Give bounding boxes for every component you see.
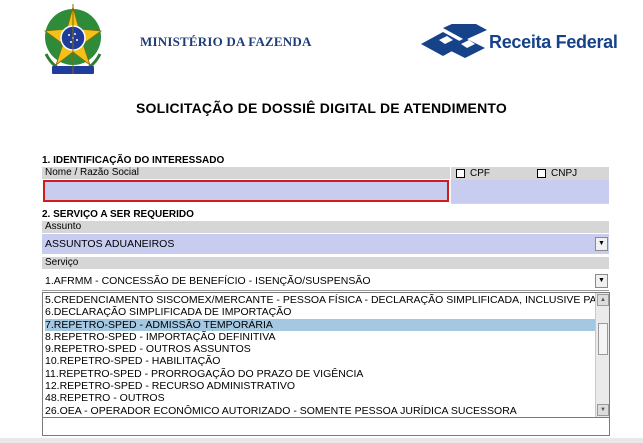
- cnpj-label: CNPJ: [551, 168, 578, 179]
- dropdown-option[interactable]: 6.DECLARAÇÃO SIMPLIFICADA DE IMPORTAÇÃO: [45, 306, 597, 318]
- assunto-field-label: Assunto: [42, 221, 609, 233]
- dropdown-option[interactable]: 5.CREDENCIAMENTO SISCOMEX/MERCANTE - PES…: [45, 294, 597, 306]
- chevron-down-icon[interactable]: ▼: [595, 237, 608, 251]
- scroll-down-icon[interactable]: ▼: [597, 404, 609, 416]
- scroll-up-icon[interactable]: ▲: [597, 294, 609, 306]
- section-service-label: 2. SERVIÇO A SER REQUERIDO: [42, 209, 194, 220]
- dropdown-option[interactable]: 48.REPETRO - OUTROS: [45, 392, 597, 404]
- name-input[interactable]: [43, 180, 449, 202]
- agency-name: Receita Federal: [489, 32, 618, 52]
- servico-dropdown-list[interactable]: 5.CREDENCIAMENTO SISCOMEX/MERCANTE - PES…: [42, 292, 610, 418]
- section-identification-label: 1. IDENTIFICAÇÃO DO INTERESSADO: [42, 155, 225, 166]
- receita-federal-logo-icon: [421, 18, 487, 64]
- assunto-value: ASSUNTOS ADUANEIROS: [45, 238, 175, 250]
- dropdown-option[interactable]: 12.REPETRO-SPED - RECURSO ADMINISTRATIVO: [45, 380, 597, 392]
- scrollbar-thumb[interactable]: [598, 323, 608, 355]
- dropdown-scrollbar[interactable]: ▲ ▼: [595, 293, 609, 417]
- dropdown-option-selected[interactable]: 7.REPETRO-SPED - ADMISSÃO TEMPORÁRIA: [45, 319, 597, 331]
- dropdown-option[interactable]: 26.OEA - OPERADOR ECONÔMICO AUTORIZADO -…: [45, 405, 597, 417]
- dropdown-option[interactable]: 8.REPETRO-SPED - IMPORTAÇÃO DEFINITIVA: [45, 331, 597, 343]
- page-title: SOLICITAÇÃO DE DOSSIÊ DIGITAL DE ATENDIM…: [135, 100, 507, 116]
- servico-field-label: Serviço: [42, 257, 609, 269]
- brasao-emblem-icon: [40, 4, 106, 80]
- cnpj-checkbox[interactable]: [537, 169, 546, 178]
- ministry-name: MINISTÉRIO DA FAZENDA: [140, 34, 312, 49]
- cpf-label: CPF: [470, 168, 490, 179]
- name-field-label: Nome / Razão Social: [42, 167, 450, 179]
- assunto-select[interactable]: ASSUNTOS ADUANEIROS ▼: [42, 234, 609, 254]
- dropdown-option[interactable]: 10.REPETRO-SPED - HABILITAÇÃO: [45, 355, 597, 367]
- cpf-checkbox[interactable]: [456, 169, 465, 178]
- form-bottom-frame: [42, 418, 610, 436]
- dropdown-option[interactable]: 11.REPETRO-SPED - PRORROGAÇÃO DO PRAZO D…: [45, 368, 597, 380]
- dropdown-option[interactable]: 9.REPETRO-SPED - OUTROS ASSUNTOS: [45, 343, 597, 355]
- chevron-down-icon[interactable]: ▼: [595, 274, 608, 288]
- cpf-cnpj-input[interactable]: [451, 180, 609, 203]
- servico-select[interactable]: 1.AFRMM - CONCESSÃO DE BENEFÍCIO - ISENÇ…: [42, 271, 609, 291]
- page-bottom-edge: [0, 438, 643, 443]
- servico-value: 1.AFRMM - CONCESSÃO DE BENEFÍCIO - ISENÇ…: [45, 275, 371, 287]
